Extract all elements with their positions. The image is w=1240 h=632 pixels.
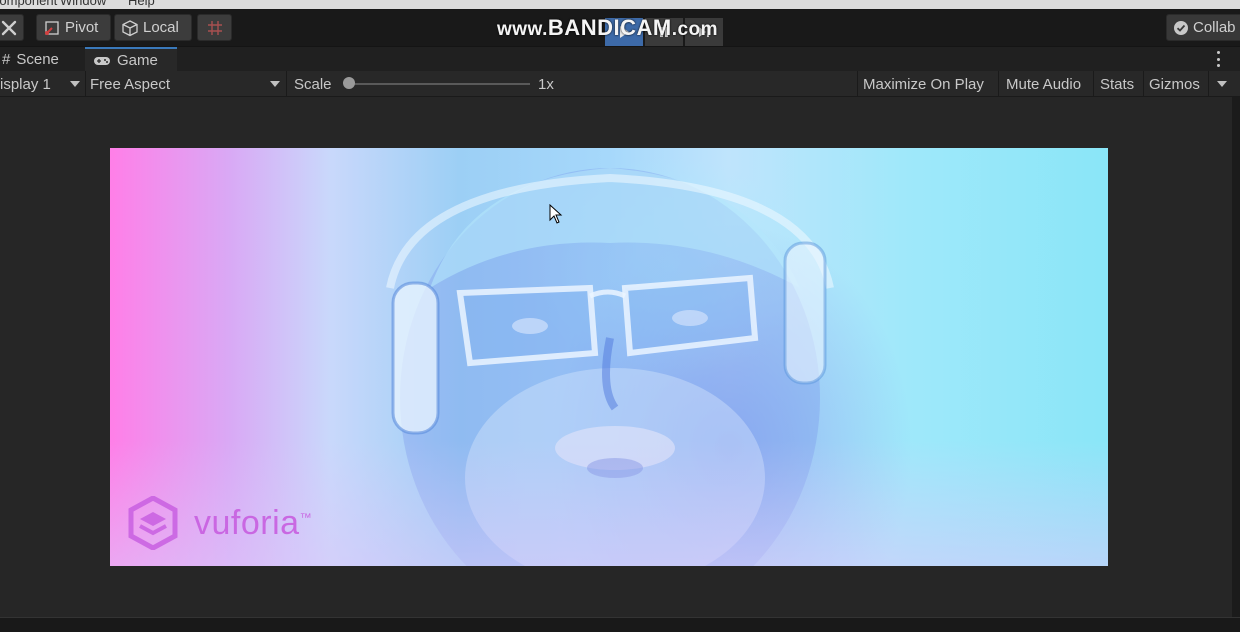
game-view-toolbar: isplay 1 Free Aspect Scale 1x Maximize O… xyxy=(0,71,1240,97)
chevron-down-icon xyxy=(1217,81,1227,87)
display-dropdown[interactable]: isplay 1 xyxy=(0,71,84,97)
main-toolbar: Pivot Local www.BANDICAM.com Collab xyxy=(0,9,1240,46)
scale-slider-track[interactable] xyxy=(345,83,530,85)
menu-item-component[interactable]: Component xyxy=(0,0,57,8)
tools-button[interactable] xyxy=(0,14,24,41)
gamepad-icon xyxy=(94,56,110,65)
vertical-scrollbar[interactable] xyxy=(1232,97,1240,617)
stats-toggle[interactable]: Stats xyxy=(1100,71,1134,97)
vuforia-logo-icon xyxy=(128,496,178,550)
grid-snap-icon xyxy=(207,20,222,35)
tools-icon xyxy=(1,20,17,35)
chevron-down-icon xyxy=(70,81,80,87)
more-options-icon[interactable] xyxy=(1216,51,1220,67)
view-tab-bar: # Scene Game xyxy=(0,46,1240,72)
pivot-button[interactable]: Pivot xyxy=(36,14,111,41)
tab-scene-label: Scene xyxy=(16,51,59,68)
scale-slider-handle[interactable] xyxy=(343,77,355,89)
local-label: Local xyxy=(143,19,179,36)
gizmos-toggle[interactable]: Gizmos xyxy=(1149,71,1200,97)
trademark-mark: ™ xyxy=(299,510,313,525)
pivot-label: Pivot xyxy=(65,19,99,36)
vuforia-watermark: vuforia™ xyxy=(128,496,312,550)
menu-item-help[interactable]: Help xyxy=(128,0,155,8)
hash-icon: # xyxy=(2,51,11,68)
tab-scene[interactable]: # Scene xyxy=(0,47,67,72)
mouse-cursor-icon xyxy=(549,204,563,224)
maximize-on-play-toggle[interactable]: Maximize On Play xyxy=(863,71,984,97)
tab-game-label: Game xyxy=(117,52,158,69)
aspect-dropdown[interactable]: Free Aspect xyxy=(90,71,284,97)
scale-label-text: Scale xyxy=(294,75,332,93)
menu-item-window[interactable]: Window xyxy=(60,0,106,8)
scale-value: 1x xyxy=(538,75,554,93)
gizmos-dropdown[interactable] xyxy=(1210,71,1234,97)
check-circle-icon xyxy=(1174,20,1188,35)
display-value: isplay 1 xyxy=(0,75,51,93)
cube-icon xyxy=(122,19,138,36)
scale-label: Scale xyxy=(294,71,332,97)
chevron-down-icon xyxy=(270,81,280,87)
local-button[interactable]: Local xyxy=(114,14,192,41)
collab-label: Collab xyxy=(1193,19,1236,36)
aspect-value: Free Aspect xyxy=(90,75,171,93)
mute-audio-toggle[interactable]: Mute Audio xyxy=(1006,71,1081,97)
watermark-suffix: .com xyxy=(671,19,719,40)
vuforia-text: vuforia xyxy=(194,503,300,542)
watermark-prefix: www. xyxy=(497,19,548,40)
bottom-panel-strip xyxy=(0,617,1240,632)
menu-bar: Component Window Help xyxy=(0,0,1240,9)
bandicam-watermark: www.BANDICAM.com xyxy=(497,15,718,41)
watermark-brand: BANDICAM xyxy=(547,15,672,40)
tab-game[interactable]: Game xyxy=(85,47,177,72)
pivot-icon xyxy=(45,20,59,35)
grid-snap-button[interactable] xyxy=(197,14,232,41)
camera-feed: vuforia™ xyxy=(110,148,1108,566)
collab-button[interactable]: Collab xyxy=(1166,14,1240,41)
vuforia-logo-text: vuforia™ xyxy=(194,504,312,543)
